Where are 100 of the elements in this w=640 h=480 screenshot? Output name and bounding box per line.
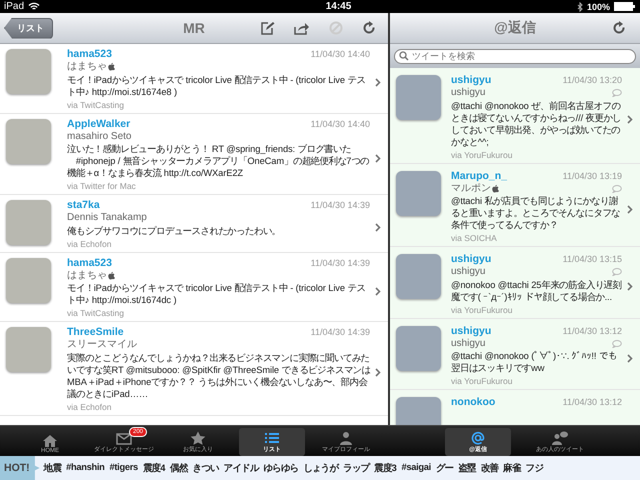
speech-bubble-icon <box>612 89 622 98</box>
trend-tag[interactable]: 震度3 <box>374 462 397 474</box>
person-icon <box>337 431 355 445</box>
trend-tag[interactable]: アイドル <box>224 462 258 474</box>
tweet-time: 11/04/30 13:15 <box>562 253 622 266</box>
avatar-placeholder <box>396 254 441 299</box>
tweet-text: @ttachi @nonokoo ぜ、前回名古屋オフのときは寝てないんですからねっ/// 夜更かししておいて早朝出発、がやっぱ効いてたのかなと^^; <box>451 100 622 148</box>
trend-tag[interactable]: 改善 <box>480 462 498 474</box>
trend-tag[interactable]: グー <box>436 462 454 474</box>
chevron-icon <box>375 286 381 296</box>
tweet-time: 11/04/30 14:39 <box>310 199 370 212</box>
hot-label: HOT! <box>0 456 40 480</box>
tweet-text: 泣いた！感動レビューありがとう！ RT @spring_friends: ブログ書いた #iphonejp / 無音シャッターカメラアプリ「OneCam」の超絶便利な7つの機能＋α！なまら春友流 http://t.co/WXarE2Z <box>67 143 370 179</box>
tweet-row[interactable]: hama523 11/04/30 14:40 はまちゃ モイ！iPadからツイキャスで tricolor Live 配信テスト中 - (tricolor Live テスト中♪ http://moi.st/1674e8 ) via TwitCasting <box>0 44 388 114</box>
trend-tag[interactable]: #hanshin <box>66 462 104 474</box>
wifi-icon <box>28 2 40 11</box>
client-label: via TwitCasting <box>67 307 126 320</box>
avatar-placeholder <box>6 258 51 302</box>
speech-bubble-icon <box>612 184 622 193</box>
tweet-text: @nonokoo @ttachi 25年来の筋金入り遅刻魔です( ｰ`дｰ´)ｷﾘｯ ドヤ顔してる場合か... <box>451 278 622 302</box>
trend-tag[interactable]: ゆらゆら <box>264 462 298 474</box>
battery-percent: 100% <box>586 2 610 12</box>
trend-tag[interactable]: 地震 <box>44 462 62 474</box>
trend-tag[interactable]: 麻雀 <box>503 462 521 474</box>
user-name: hama523 <box>67 256 112 270</box>
speech-bubble-icon <box>612 340 622 348</box>
trend-tag[interactable]: きつい <box>192 462 219 474</box>
chevron-icon <box>375 78 381 88</box>
client-label: via YoruFukurou <box>451 148 514 162</box>
client-label: via Echofon <box>67 238 112 250</box>
chevron-icon <box>375 368 381 378</box>
trend-tag[interactable]: 偶然 <box>170 462 188 474</box>
display-name: ushigyu <box>451 87 486 100</box>
avatar-placeholder <box>396 75 441 120</box>
tweet-row[interactable]: ushigyu 11/04/30 13:20 ushigyu @ttachi @nonokoo ぜ、前回名古屋オフのときは寝てないんですからねっ/// 夜更かししておいて早朝出発、がやっぱ効いてたのかなと^^; via YoruFukurou <box>390 68 640 164</box>
pane-title: @返信 <box>494 19 536 37</box>
display-name: はまちゃ <box>67 270 107 282</box>
trend-tag[interactable]: #saigai <box>402 462 431 474</box>
speech-bubble-icon <box>612 268 622 276</box>
tweet-time: 11/04/30 13:19 <box>562 170 622 182</box>
device-name: iPad <box>4 1 24 12</box>
tweet-text: @ttachi @nonokoo (ﾟ∀ﾟ)･∵. ｸﾞﾊｯ!! でも翌日はスッキリですww <box>451 350 618 374</box>
display-name: Dennis Tanakamp <box>67 212 147 224</box>
display-name: マルポン <box>451 182 491 195</box>
user-name: AppleWalker <box>67 118 130 130</box>
trend-tag[interactable]: ラップ <box>343 462 370 474</box>
avatar-placeholder <box>396 326 441 370</box>
display-name: masahiro Seto <box>67 130 132 143</box>
apple-icon <box>108 272 115 280</box>
user-name: nonokoo <box>451 396 496 409</box>
user-name: ushigyu <box>451 324 492 338</box>
tweet-row[interactable]: Marupo_n_ 11/04/30 13:19 マルポン @ttachi 私が店員でも同じようにかなり謝ると重いますよ。ところでそんなにタフな条件で使ってるんですか？ via SOICHA <box>390 164 640 247</box>
tweet-row[interactable]: ushigyu 11/04/30 13:12 ushigyu @ttachi @nonokoo (ﾟ∀ﾟ)･∵. ｸﾞﾊｯ!! でも翌日はスッキリですww via YoruFukurou <box>390 318 640 390</box>
battery-icon <box>614 2 636 11</box>
compose-icon[interactable] <box>261 21 275 35</box>
share-icon[interactable] <box>294 22 310 34</box>
client-label: via YoruFukurou <box>451 375 514 388</box>
avatar-placeholder <box>6 118 51 164</box>
client-label: via SOICHA <box>451 232 498 245</box>
avatar-placeholder <box>396 170 441 216</box>
display-name: はまちゃ <box>67 61 107 74</box>
trend-tag[interactable]: 盗塁 <box>458 462 476 474</box>
tweet-row[interactable]: sta7ka 11/04/30 14:39 Dennis Tanakamp 俺もシブサワコウにプロデュースされたかったわい。 via Echofon <box>0 195 388 252</box>
home-icon <box>41 434 59 448</box>
tweet-row[interactable]: ushigyu 11/04/30 13:15 ushigyu @nonokoo @ttachi 25年来の筋金入り遅刻魔です( ｰ`дｰ´)ｷﾘｯ ドヤ顔してる場合か... via YoruFukurou <box>390 247 640 318</box>
tweet-row[interactable]: ThreeSmile 11/04/30 14:39 スリースマイル 実際のとこどうなんでしょうかね？出来るビジネスマンに実際に聞いてみたいですな笑RT @mitsubooo: @SpitKfir @ThreeSmile できるビジネスマンはMBA＋iPad＋iPhoneですか？？ うちは外にいく機会ないしなあ〜、部内会議のときにiPad…… via Echofon <box>0 322 388 416</box>
chevron-icon <box>627 282 633 292</box>
list-title: MR <box>183 20 205 36</box>
refresh-icon[interactable] <box>362 21 376 35</box>
client-label: via YoruFukurou <box>451 304 514 316</box>
search-field[interactable]: ツイートを検索 <box>394 48 636 64</box>
tweet-time: 11/04/30 14:39 <box>310 256 370 270</box>
trend-tag[interactable]: #tigers <box>110 462 138 474</box>
tweet-row[interactable]: hama523 11/04/30 14:39 はまちゃ モイ！iPadからツイキャスで tricolor Live 配信テスト中 - (tricolor Live テスト中♪ http://moi.st/1674dc ) via TwitCasting <box>0 252 388 322</box>
client-label: via Twitter for Mac <box>67 180 137 193</box>
tweet-row[interactable]: AppleWalker 11/04/30 14:40 masahiro Seto 泣いた！感動レビューありがとう！ RT @spring_friends: ブログ書いた #iphonejp / 無音シャッターカメラアプリ「OneCam」の超絶便利な7つの機能＋α！なまら春友流 http://t.co/WXarE2Z via Twitter for Mac <box>0 114 388 195</box>
search-icon <box>399 51 409 61</box>
user-name: ushigyu <box>451 74 492 87</box>
display-name: スリースマイル <box>67 339 137 352</box>
chevron-icon <box>627 115 633 124</box>
trend-tag[interactable]: フジ <box>526 462 543 474</box>
star-icon <box>189 431 207 445</box>
at-sign-icon <box>469 431 487 445</box>
tweet-text: モイ！iPadからツイキャスで tricolor Live 配信テスト中 - (tricolor Live テスト中♪ http://moi.st/1674dc ) <box>67 282 366 306</box>
people-icon <box>551 431 569 445</box>
trend-tag[interactable]: しょうが <box>303 462 338 474</box>
tweet-time: 11/04/30 14:40 <box>310 48 370 61</box>
refresh-icon[interactable] <box>612 21 626 35</box>
avatar-placeholder <box>6 49 51 94</box>
tweet-time: 11/04/30 14:40 <box>310 118 370 130</box>
tweet-time: 11/04/30 13:12 <box>562 396 622 409</box>
display-name: ushigyu <box>451 338 486 350</box>
avatar-placeholder <box>6 327 51 372</box>
apple-icon <box>108 63 115 72</box>
chevron-icon <box>375 154 381 163</box>
chevron-icon <box>627 354 633 363</box>
tweet-text: @ttachi 私が店員でも同じようにかなり謝ると重いますよ。ところでそんなにタフな条件で使ってるんですか？ <box>451 195 622 231</box>
user-name: ThreeSmile <box>67 326 124 339</box>
trend-tag[interactable]: 震度4 <box>142 462 166 474</box>
client-label: via Echofon <box>67 400 112 414</box>
